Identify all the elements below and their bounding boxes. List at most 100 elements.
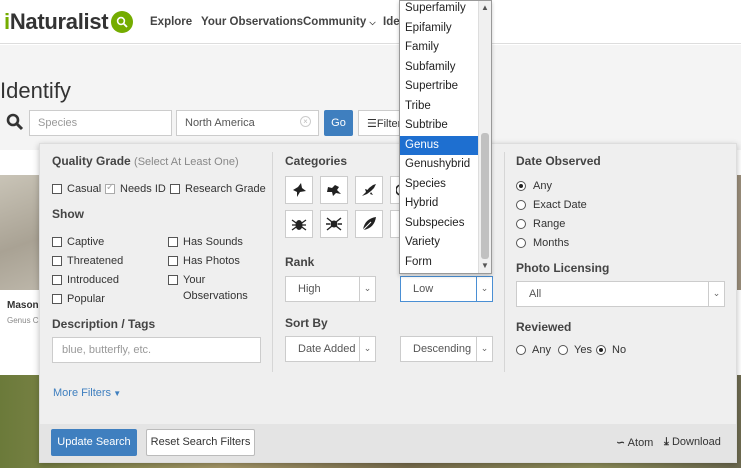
- your-observations-checkbox[interactable]: [168, 275, 178, 285]
- dropdown-scrollbar[interactable]: ▲ ▼: [478, 1, 491, 273]
- nav-search-button[interactable]: [111, 11, 133, 33]
- column-divider: [272, 152, 273, 372]
- nav-your-observations[interactable]: Your Observations: [201, 16, 303, 28]
- amphibian-icon: [327, 185, 341, 196]
- reviewed-any-radio[interactable]: [516, 345, 526, 355]
- nav-community-label: Community: [303, 16, 367, 28]
- rank-low-select[interactable]: Low ⌄: [400, 276, 493, 302]
- date-any-radio[interactable]: [516, 181, 526, 191]
- rank-option[interactable]: Subfamily: [400, 58, 479, 78]
- rank-heading: Rank: [285, 255, 315, 269]
- casual-checkbox[interactable]: [52, 184, 62, 194]
- popular-checkbox[interactable]: [52, 294, 62, 304]
- reviewed-yes-label: Yes: [574, 344, 592, 356]
- introduced-checkbox[interactable]: [52, 275, 62, 285]
- rss-icon: ∽: [616, 437, 626, 449]
- captive-checkbox[interactable]: [52, 237, 62, 247]
- categories-heading: Categories: [285, 154, 348, 168]
- reviewed-heading: Reviewed: [516, 320, 572, 334]
- scroll-down-arrow[interactable]: ▼: [479, 260, 491, 272]
- scroll-thumb[interactable]: [481, 133, 489, 259]
- rank-option[interactable]: Supertribe: [400, 77, 479, 97]
- chevron-down-icon: ⌵: [369, 18, 376, 27]
- inaturalist-logo[interactable]: iNaturalist: [4, 9, 109, 35]
- needs-id-checkbox[interactable]: [105, 182, 115, 194]
- sort-by-heading: Sort By: [285, 316, 328, 330]
- category-reptiles[interactable]: [355, 176, 383, 204]
- quality-grade-heading: Quality Grade (Select At Least One): [52, 154, 239, 168]
- has-sounds-checkbox[interactable]: [168, 237, 178, 247]
- atom-link[interactable]: ∽ Atom: [616, 436, 653, 449]
- rank-option[interactable]: Genushybrid: [400, 155, 479, 175]
- observation-subtitle: Genus C: [7, 316, 39, 325]
- category-insects[interactable]: [285, 210, 313, 238]
- description-tags-input[interactable]: blue, butterfly, etc.: [52, 337, 261, 363]
- rank-option[interactable]: Tribe: [400, 97, 479, 117]
- more-filters-toggle[interactable]: More Filters ▼: [53, 387, 121, 399]
- rank-option[interactable]: Subtribe: [400, 116, 479, 136]
- research-grade-checkbox[interactable]: [170, 184, 180, 194]
- rank-option[interactable]: Family: [400, 38, 479, 58]
- rank-option[interactable]: Superfamily: [400, 1, 479, 19]
- date-exact-label: Exact Date: [533, 199, 587, 211]
- scroll-up-arrow[interactable]: ▲: [479, 2, 491, 14]
- casual-label: Casual: [67, 183, 102, 195]
- date-range-label: Range: [533, 218, 566, 230]
- rank-low-value: Low: [413, 283, 434, 295]
- rank-option[interactable]: Form: [400, 253, 479, 273]
- atom-label: Atom: [627, 437, 654, 449]
- rank-high-value: High: [298, 283, 321, 295]
- rank-option[interactable]: Species: [400, 175, 479, 195]
- observation-title[interactable]: Mason: [7, 300, 39, 311]
- nav-identify[interactable]: Ide: [383, 16, 400, 28]
- popular-label: Popular: [67, 293, 105, 305]
- rank-option[interactable]: Genus: [400, 135, 479, 155]
- nav-community[interactable]: Community ⌵: [303, 16, 376, 28]
- search-icon: [116, 16, 128, 28]
- sort-field-value: Date Added: [298, 343, 356, 355]
- your-observations-label-2: Observations: [183, 290, 248, 302]
- category-birds[interactable]: [285, 176, 313, 204]
- chevron-down-icon: ⌄: [359, 337, 375, 361]
- go-button[interactable]: Go: [324, 110, 353, 136]
- date-range-radio[interactable]: [516, 219, 526, 229]
- observation-photo[interactable]: [0, 175, 40, 290]
- captive-label: Captive: [67, 236, 105, 248]
- sort-field-select[interactable]: Date Added ⌄: [285, 336, 376, 362]
- your-observations-label: Your: [183, 274, 206, 286]
- place-search-input[interactable]: North America ×: [176, 110, 319, 136]
- rank-option[interactable]: Variety: [400, 233, 479, 253]
- download-link[interactable]: ⤓ Download: [664, 436, 721, 449]
- nav-explore[interactable]: Explore: [150, 16, 192, 28]
- threatened-checkbox[interactable]: [52, 256, 62, 266]
- reset-filters-button[interactable]: Reset Search Filters: [146, 429, 255, 456]
- rank-option[interactable]: Subspecies: [400, 214, 479, 234]
- clear-icon[interactable]: ×: [300, 116, 311, 127]
- research-grade-label: Research Grade: [185, 183, 266, 195]
- photo-licensing-select[interactable]: All ⌄: [516, 281, 725, 307]
- reviewed-no-radio[interactable]: [596, 345, 606, 355]
- place-value: North America: [185, 117, 255, 129]
- update-search-button[interactable]: Update Search: [51, 429, 137, 456]
- filters-panel: Quality Grade (Select At Least One) Casu…: [39, 143, 737, 463]
- rank-option[interactable]: Hybrid: [400, 194, 479, 214]
- date-exact-radio[interactable]: [516, 200, 526, 210]
- category-amphibians[interactable]: [320, 176, 348, 204]
- rank-dropdown-list[interactable]: Superfamily Epifamily Family Subfamily Super…: [399, 0, 492, 274]
- needs-id-label: Needs ID: [120, 183, 166, 195]
- rank-high-select[interactable]: High ⌄: [285, 276, 376, 302]
- description-tags-heading: Description / Tags: [52, 317, 156, 331]
- top-navbar: iNaturalist Explore Your Observations Co…: [0, 0, 741, 44]
- taxon-search-input[interactable]: Species: [29, 110, 172, 136]
- category-arachnids[interactable]: [320, 210, 348, 238]
- rank-option[interactable]: Epifamily: [400, 19, 479, 39]
- has-photos-checkbox[interactable]: [168, 256, 178, 266]
- show-heading: Show: [52, 207, 84, 221]
- category-plants[interactable]: [355, 210, 383, 238]
- chevron-down-icon: ⌄: [359, 277, 375, 301]
- date-months-radio[interactable]: [516, 238, 526, 248]
- sort-order-select[interactable]: Descending ⌄: [400, 336, 493, 362]
- reviewed-yes-radio[interactable]: [558, 345, 568, 355]
- reptile-icon: [362, 184, 376, 196]
- sort-order-value: Descending: [413, 343, 472, 355]
